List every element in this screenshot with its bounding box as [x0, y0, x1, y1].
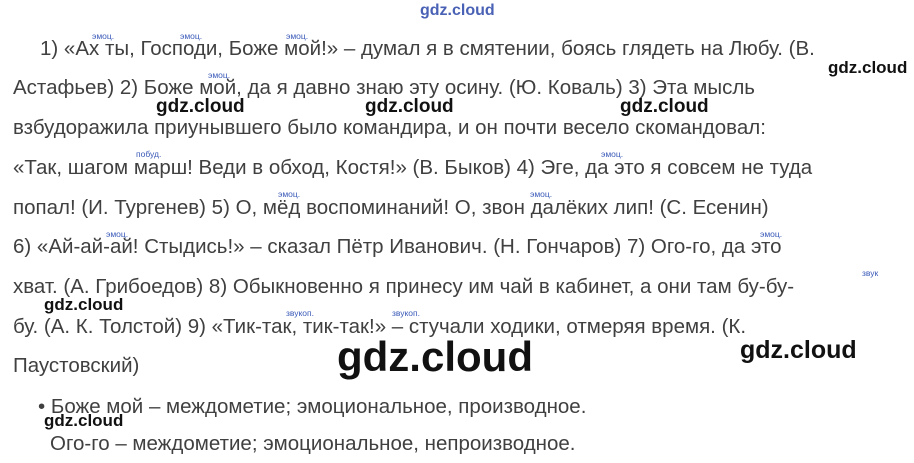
annotation-zvuk: звук: [862, 268, 879, 278]
text-line-9: Паустовский): [13, 354, 140, 377]
text-line-1: 1) «Ах ты, Господи, Боже мой!» – думал я…: [40, 37, 815, 60]
text-line-7: хват. (А. Грибоедов) 8) Обыкновенно я пр…: [13, 275, 795, 298]
text-line-5: попал! (И. Тургенев) 5) О, мёд воспомина…: [13, 196, 769, 219]
text-line-3: взбудоражила приунывшего было командира,…: [13, 116, 766, 139]
watermark: gdz.cloud: [44, 411, 124, 430]
text-line-6: 6) «Ай-ай-ай! Стыдись!» – сказал Пётр Ив…: [13, 235, 782, 258]
watermark: gdz.cloud: [156, 96, 245, 117]
watermark: gdz.cloud: [828, 58, 908, 77]
watermark: gdz.cloud: [620, 96, 709, 117]
watermark: gdz.cloud: [365, 96, 454, 117]
watermark-large: gdz.cloud: [337, 333, 533, 380]
text-line-4: «Так, шагом марш! Веди в обход, Костя!» …: [13, 156, 813, 179]
watermark: gdz.cloud: [740, 336, 857, 364]
watermark: gdz.cloud: [44, 295, 124, 314]
summary-line-2: Ого-го – междометие; эмоциональное, непр…: [50, 432, 576, 455]
watermark-top: gdz.cloud: [420, 2, 495, 19]
